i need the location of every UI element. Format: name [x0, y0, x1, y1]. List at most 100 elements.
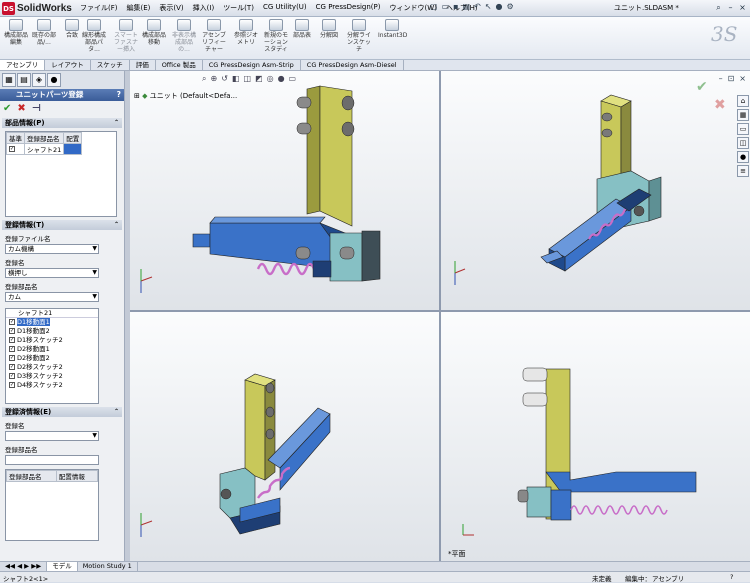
list-item[interactable]: ✓ D2移スケッチ2: [6, 363, 98, 372]
reg-name-select[interactable]: 横押し ▼: [5, 268, 99, 278]
feature-tree-icon[interactable]: ▦: [2, 73, 16, 87]
viewport-splitter-vertical[interactable]: [439, 71, 441, 561]
viewport-bottom-right[interactable]: *平面: [441, 312, 750, 561]
ok-icon[interactable]: ✔: [3, 103, 11, 114]
undo-icon[interactable]: ↶: [474, 2, 481, 11]
viewport-top-right[interactable]: – ⊡ × ✔ ✖ ⌂ ▦ ▭ ◫ ● ≡: [441, 71, 750, 310]
configuration-icon[interactable]: ◈: [32, 73, 46, 87]
tab-1[interactable]: レイアウト: [45, 60, 91, 70]
command-button-8[interactable]: 参照ジオメトリ: [232, 19, 260, 46]
print-icon[interactable]: ▤: [463, 2, 471, 11]
command-button-9[interactable]: 新規のモーションスタディ: [262, 19, 290, 53]
close-icon[interactable]: ×: [737, 2, 748, 13]
search-icon[interactable]: ⌕: [713, 2, 724, 13]
menu-item-3[interactable]: 挿入(I): [193, 3, 215, 13]
checkbox[interactable]: ✓: [9, 373, 15, 379]
tab-2[interactable]: スケッチ: [91, 60, 130, 70]
menu-item-0[interactable]: ファイル(F): [80, 3, 118, 13]
tab-3[interactable]: 評価: [130, 60, 156, 70]
appearance-icon[interactable]: ●: [47, 73, 61, 87]
open-icon[interactable]: ▭: [442, 2, 450, 11]
viewport-splitter-horizontal[interactable]: [130, 310, 750, 312]
list-item[interactable]: ✓ D4移スケッチ2: [6, 381, 98, 390]
registered-header[interactable]: 登録済情報(E) ⌃: [2, 407, 122, 417]
select-icon[interactable]: ↖: [485, 2, 492, 11]
checkbox[interactable]: ✓: [9, 382, 15, 388]
tab-5[interactable]: CG PressDesign Asm-Strip: [203, 60, 301, 70]
rebuild-icon[interactable]: ●: [496, 2, 503, 11]
help-icon[interactable]: ?: [730, 573, 733, 581]
command-button-3[interactable]: 線形構成部品パタ...: [80, 19, 108, 53]
command-button-13[interactable]: Instant3D: [378, 19, 407, 39]
property-manager-icon[interactable]: ▤: [17, 73, 31, 87]
parts-info-header[interactable]: 部品情報(P) ⌃: [2, 118, 122, 128]
table-row[interactable]: ✓ シャフト21: [6, 143, 83, 155]
command-button-12[interactable]: 分解ラインスケッチ: [345, 19, 373, 53]
tab-nav-arrows[interactable]: ◀◀ ◀ ▶ ▶▶: [0, 562, 48, 571]
file-name-select[interactable]: カム機構 ▼: [5, 244, 99, 254]
model-view-1: [140, 85, 381, 293]
save-icon[interactable]: ▪: [453, 2, 458, 11]
menu-item-5[interactable]: CG Utility(U): [263, 3, 307, 13]
base-cell[interactable]: ✓: [6, 143, 25, 155]
done-part-field[interactable]: [5, 455, 99, 465]
checkbox[interactable]: ✓: [9, 146, 15, 152]
tab-0[interactable]: アセンブリ: [0, 60, 46, 70]
command-label: スマートファスナー挿入: [113, 32, 138, 53]
parts-col-header[interactable]: 基準: [6, 132, 25, 144]
done-col-header[interactable]: 配置情報: [55, 470, 99, 482]
list-item[interactable]: ✓ D1移動面1: [6, 318, 98, 327]
list-item[interactable]: ✓ D2移動面1: [6, 345, 98, 354]
pin-icon[interactable]: ⊣: [32, 103, 41, 114]
parts-col-header[interactable]: 登録部品名: [23, 132, 65, 144]
bottom-tab-1[interactable]: Motion Study 1: [78, 562, 138, 571]
new-icon[interactable]: ▢: [430, 2, 438, 11]
dropdown-icon[interactable]: ▼: [92, 269, 97, 277]
dropdown-icon[interactable]: ▼: [92, 245, 97, 253]
checkbox[interactable]: ✓: [9, 346, 15, 352]
menu-item-4[interactable]: ツール(T): [223, 3, 254, 13]
command-button-11[interactable]: 分解図: [315, 19, 343, 39]
collapse-icon[interactable]: ⌃: [114, 407, 119, 417]
list-item[interactable]: ✓ D2移動面2: [6, 354, 98, 363]
bottom-tab-0[interactable]: モデル: [47, 562, 78, 571]
tab-6[interactable]: CG PressDesign Asm-Diesel: [301, 60, 404, 70]
command-button-6[interactable]: 非表示構成部品の...: [170, 19, 198, 53]
done-reg-select[interactable]: ▼: [5, 431, 99, 441]
minimize-icon[interactable]: –: [725, 2, 736, 13]
viewport-bottom-left[interactable]: [130, 312, 439, 561]
command-button-7[interactable]: アセンブリフィーチャー: [200, 19, 228, 53]
tab-4[interactable]: Office 製品: [156, 60, 203, 70]
list-item[interactable]: ✓ D1移スケッチ2: [6, 336, 98, 345]
help-icon[interactable]: ?: [117, 89, 121, 101]
command-button-10[interactable]: 部品表: [288, 19, 316, 39]
collapse-icon[interactable]: ⌃: [114, 220, 119, 230]
command-button-1[interactable]: 既存の部品/...: [30, 19, 58, 46]
collapse-icon[interactable]: ⌃: [114, 118, 119, 128]
options-icon[interactable]: ⚙: [507, 2, 514, 11]
command-button-4[interactable]: スマートファスナー挿入: [112, 19, 140, 53]
viewport-top-left[interactable]: ⌕ ⊕ ↺ ◧ ◫ ◩ ◎ ● ▭ ⊞ ◆ ユニット (Default<Defa...: [130, 71, 439, 310]
list-item-label: D4移スケッチ2: [17, 381, 63, 389]
done-col-header[interactable]: 登録部品名: [6, 470, 57, 482]
cancel-icon[interactable]: ✖: [17, 103, 25, 114]
command-button-0[interactable]: 構成部品編集: [2, 19, 30, 46]
menu-item-1[interactable]: 編集(E): [127, 3, 151, 13]
command-tabs: アセンブリ レイアウト スケッチ 評価 Office 製品 CG PressDesign …: [0, 60, 750, 71]
list-item[interactable]: ✓ D1移動面2: [6, 327, 98, 336]
menu-item-2[interactable]: 表示(V): [159, 3, 183, 13]
command-button-5[interactable]: 構成部品移動: [140, 19, 168, 46]
checkbox[interactable]: ✓: [9, 319, 15, 325]
menu-item-6[interactable]: CG PressDesign(P): [316, 3, 381, 13]
registration-header[interactable]: 登録情報(T) ⌃: [2, 220, 122, 230]
dropdown-icon[interactable]: ▼: [92, 293, 97, 301]
part-name-select[interactable]: カム ▼: [5, 292, 99, 302]
dropdown-icon[interactable]: ▼: [92, 432, 97, 440]
parts-col-header[interactable]: 配置: [63, 132, 83, 144]
checkbox[interactable]: ✓: [9, 337, 15, 343]
solidworks-logo[interactable]: DS SolidWorks: [2, 2, 72, 15]
checkbox[interactable]: ✓: [9, 328, 15, 334]
checkbox[interactable]: ✓: [9, 355, 15, 361]
list-item[interactable]: ✓ D3移スケッチ2: [6, 372, 98, 381]
checkbox[interactable]: ✓: [9, 364, 15, 370]
